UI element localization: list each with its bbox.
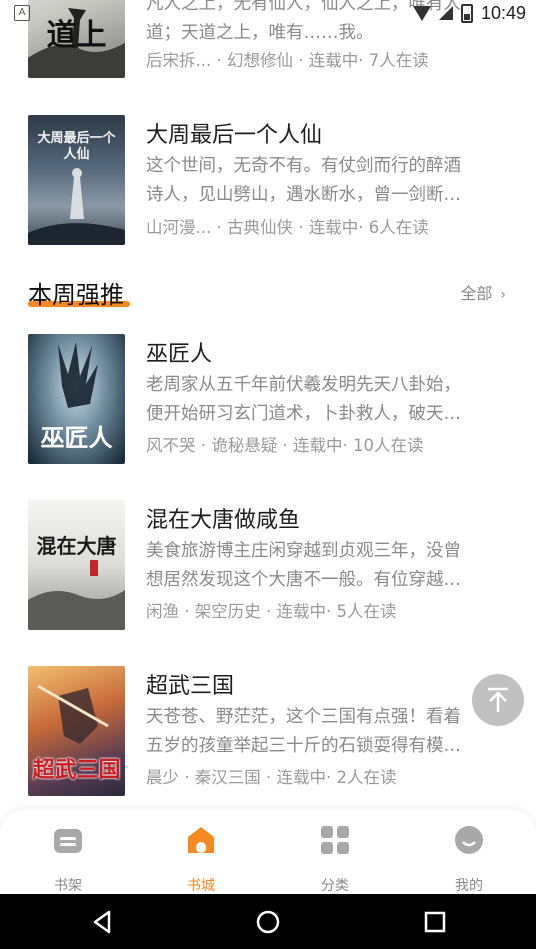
cover-title-text: 巫匠人 <box>40 423 113 452</box>
book-description: 美食旅游博主庄闲穿越到贞观三年，没曾 想居然发现这个大唐不一般。有位穿越… <box>146 537 476 595</box>
chevron-right-icon: › <box>500 287 506 303</box>
recents-icon[interactable] <box>421 908 449 936</box>
clock: 10:49 <box>480 2 526 23</box>
book-cover[interactable]: 大周最后一个人仙 <box>28 115 125 245</box>
home-icon[interactable] <box>254 908 282 936</box>
book-title[interactable]: 大周最后一个人仙 <box>146 117 322 149</box>
battery-icon <box>460 3 473 23</box>
bookstore-content[interactable]: 道上 凡人之上，无有仙人，仙人之上，唯有人 道；天道之上，唯有……我。 后宋拆.… <box>0 0 536 810</box>
cover-title-text: 混在大唐 <box>36 534 117 558</box>
book-meta: 闲渔 · 架空历史 · 连载中· 5人在读 <box>146 602 397 621</box>
book-meta: 后宋拆... · 幻想修仙 · 连载中· 7人在读 <box>146 51 429 70</box>
tab-label: 分类 <box>321 878 349 894</box>
section-title: 本周强推 <box>28 281 124 309</box>
description-line: 老周家从五千年前伏羲发明先天八卦始， <box>146 375 461 395</box>
bookshelf-icon <box>54 829 82 853</box>
book-meta: 山河漫... · 古典仙侠 · 连载中· 6人在读 <box>146 218 429 237</box>
status-bar: A 10:49 <box>0 0 536 26</box>
view-all-link[interactable]: 全部 › <box>460 280 506 304</box>
book-meta: 晨少 · 秦汉三国 · 连载中· 2人在读 <box>146 768 397 787</box>
bookstore-icon <box>188 827 214 853</box>
book-description: 天苍苍、野茫茫，这个三国有点强！看着 五岁的孩童举起三十斤的石锁耍得有模… <box>146 703 476 761</box>
tab-bookstore[interactable]: 书城 <box>161 824 241 894</box>
system-navigation-bar <box>0 894 536 949</box>
notification-a-icon: A <box>14 5 30 21</box>
wifi-icon <box>412 5 431 21</box>
book-cover[interactable]: 巫匠人 <box>28 334 125 464</box>
tab-label: 我的 <box>455 878 483 894</box>
book-title[interactable]: 巫匠人 <box>146 336 212 368</box>
description-line: 这个世间，无奇不有。有仗剑而行的醉酒 <box>146 156 461 176</box>
back-icon[interactable] <box>89 908 117 936</box>
description-line: 天苍苍、野茫茫，这个三国有点强！看着 <box>146 707 461 727</box>
cover-title-text: 大周最后一个人仙 <box>37 131 116 162</box>
profile-icon <box>455 826 483 854</box>
description-line: 诗人，见山劈山，遇水断水，曾一剑断… <box>146 185 461 205</box>
book-cover[interactable]: 混在大唐 <box>28 500 125 630</box>
book-item[interactable]: 巫匠人 巫匠人 老周家从五千年前伏羲发明先天八卦始， 便开始研习玄门道术，卜卦救… <box>0 334 536 469</box>
tab-category[interactable]: 分类 <box>295 824 375 894</box>
back-to-top-button[interactable] <box>472 674 524 726</box>
book-item[interactable]: 大周最后一个人仙 大周最后一个人仙 这个世间，无奇不有。有仗剑而行的醉酒 诗人，… <box>0 115 536 250</box>
book-description: 老周家从五千年前伏羲发明先天八卦始， 便开始研习玄门道术，卜卦救人，破天… <box>146 371 476 429</box>
book-item[interactable]: 超武三国 超武三国 天苍苍、野茫茫，这个三国有点强！看着 五岁的孩童举起三十斤的… <box>0 666 536 801</box>
bottom-tab-bar: 书架 书城 分类 我的 <box>0 810 536 894</box>
arrow-up-icon <box>488 687 508 712</box>
description-line: 想居然发现这个大唐不一般。有位穿越… <box>146 570 461 590</box>
book-meta: 风不哭 · 诡秘悬疑 · 连载中· 10人在读 <box>146 436 424 455</box>
description-line: 美食旅游博主庄闲穿越到贞观三年，没曾 <box>146 541 461 561</box>
book-title[interactable]: 混在大唐做咸鱼 <box>146 502 300 534</box>
book-item[interactable]: 混在大唐 混在大唐做咸鱼 美食旅游博主庄闲穿越到贞观三年，没曾 想居然发现这个大… <box>0 500 536 635</box>
book-cover[interactable]: 超武三国 <box>28 666 125 796</box>
description-line: 五岁的孩童举起三十斤的石锁耍得有模… <box>146 736 461 756</box>
signal-icon <box>438 6 453 20</box>
tab-profile[interactable]: 我的 <box>429 824 509 894</box>
view-all-label: 全部 <box>460 284 493 303</box>
cover-title-text: 超武三国 <box>32 757 121 783</box>
book-description: 这个世间，无奇不有。有仗剑而行的醉酒 诗人，见山劈山，遇水断水，曾一剑断… <box>146 152 476 210</box>
book-title[interactable]: 超武三国 <box>146 668 234 700</box>
description-line: 便开始研习玄门道术，卜卦救人，破天… <box>146 404 461 424</box>
tab-label: 书城 <box>187 878 215 894</box>
tab-bookshelf[interactable]: 书架 <box>28 824 108 894</box>
tab-label: 书架 <box>54 878 82 894</box>
weekly-recommend-header: 本周强推 全部 › <box>0 272 536 316</box>
category-icon <box>321 826 349 854</box>
